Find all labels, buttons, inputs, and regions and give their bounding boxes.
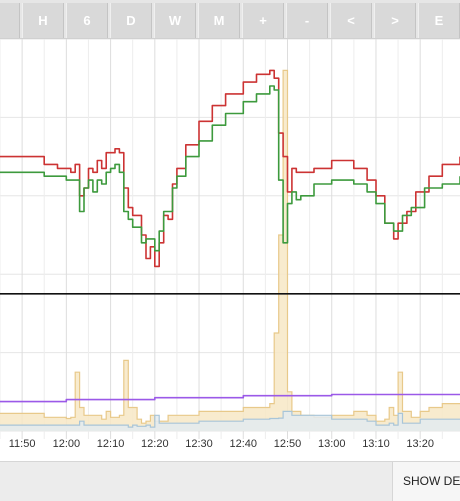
x-tick-label: 13:20	[406, 438, 434, 450]
hour-range-button[interactable]: H	[22, 3, 64, 38]
series-2-line	[0, 393, 460, 403]
x-tick-label: 12:00	[53, 438, 81, 450]
series-3-area	[0, 70, 460, 432]
x-tick-label: 11:50	[9, 438, 36, 450]
x-tick-label: 12:50	[274, 438, 302, 450]
time-series-chart: 11:50 12:00 12:10 12:20 12:30 12:40 12:50 13:00…	[0, 39, 460, 450]
month-range-button[interactable]: M	[198, 3, 240, 38]
x-tick-label: 12:30	[185, 438, 213, 450]
end-button[interactable]: E	[418, 3, 460, 38]
range-start-button[interactable]	[0, 3, 20, 38]
x-tick-label: 13:10	[362, 438, 390, 450]
zoom-in-button[interactable]: +	[242, 3, 284, 38]
scroll-forward-button[interactable]: >	[374, 3, 416, 38]
footer-bar: SHOW DE	[0, 461, 460, 501]
series-0-line	[0, 69, 460, 268]
series-3-line	[0, 69, 460, 424]
zoom-out-button[interactable]: -	[286, 3, 328, 38]
week-range-button[interactable]: W	[154, 3, 196, 38]
x-tick-label: 12:40	[230, 438, 258, 450]
scroll-back-button[interactable]: <	[330, 3, 372, 38]
six-hour-range-button[interactable]: 6	[66, 3, 108, 38]
x-tick-label: 13:00	[318, 438, 346, 450]
x-tick-label: 12:20	[141, 438, 169, 450]
day-range-button[interactable]: D	[110, 3, 152, 38]
toolbar: H 6 D W M + - < > E	[0, 0, 460, 39]
x-tick-label: 12:10	[97, 438, 125, 450]
show-details-button[interactable]: SHOW DE	[392, 462, 460, 501]
chart-area[interactable]: 11:50 12:00 12:10 12:20 12:30 12:40 12:50 13:00…	[0, 39, 460, 461]
